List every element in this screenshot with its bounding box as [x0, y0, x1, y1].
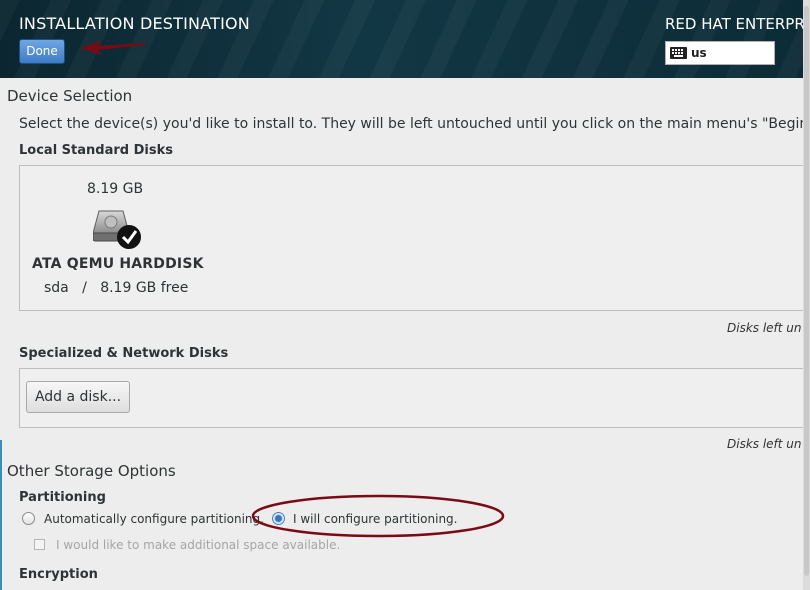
disk-free-space: 8.19 GB free — [100, 280, 189, 296]
scrollbar[interactable] — [803, 0, 810, 590]
other-storage-heading: Other Storage Options — [7, 462, 176, 480]
auto-partitioning-radio[interactable] — [22, 512, 35, 525]
disk-size: 8.19 GB — [87, 181, 144, 197]
partitioning-label: Partitioning — [19, 490, 106, 505]
keyboard-icon — [670, 47, 687, 59]
keyboard-layout-label: us — [691, 46, 707, 60]
keyboard-layout-indicator[interactable]: us — [665, 41, 775, 65]
page-title: INSTALLATION DESTINATION — [19, 14, 250, 33]
disk-separator: / — [82, 280, 87, 296]
disk-details: sda / 8.19 GB free — [44, 280, 188, 296]
device-selection-description: Select the device(s) you'd like to insta… — [19, 116, 810, 132]
additional-space-checkbox[interactable] — [34, 539, 45, 550]
add-disk-button[interactable]: Add a disk... — [26, 381, 130, 413]
scrollbar-thumb[interactable] — [804, 6, 809, 576]
disk-device: sda — [44, 280, 69, 296]
specialized-disks-label: Specialized & Network Disks — [19, 346, 229, 361]
harddisk-icon[interactable] — [93, 209, 145, 251]
auto-partitioning-label[interactable]: Automatically configure partitioning. — [44, 512, 264, 526]
annotation-arrow — [80, 41, 145, 55]
disk-name: ATA QEMU HARDDISK — [32, 256, 204, 272]
local-disks-label: Local Standard Disks — [19, 143, 173, 158]
left-edge-strip — [0, 440, 2, 590]
network-disks-panel — [19, 368, 809, 428]
disks-left-unselected-network: Disks left un — [727, 437, 802, 451]
annotation-ellipse — [251, 494, 505, 538]
additional-space-label: I would like to make additional space av… — [56, 538, 341, 552]
header-bar: INSTALLATION DESTINATION Done RED HAT EN… — [0, 0, 810, 78]
done-button[interactable]: Done — [19, 39, 65, 64]
product-name: RED HAT ENTERPRIS — [665, 15, 810, 33]
device-selection-heading: Device Selection — [7, 87, 133, 105]
checkmark-icon — [117, 225, 141, 249]
disks-left-unselected-local: Disks left un — [727, 321, 802, 335]
encryption-label: Encryption — [19, 567, 98, 582]
